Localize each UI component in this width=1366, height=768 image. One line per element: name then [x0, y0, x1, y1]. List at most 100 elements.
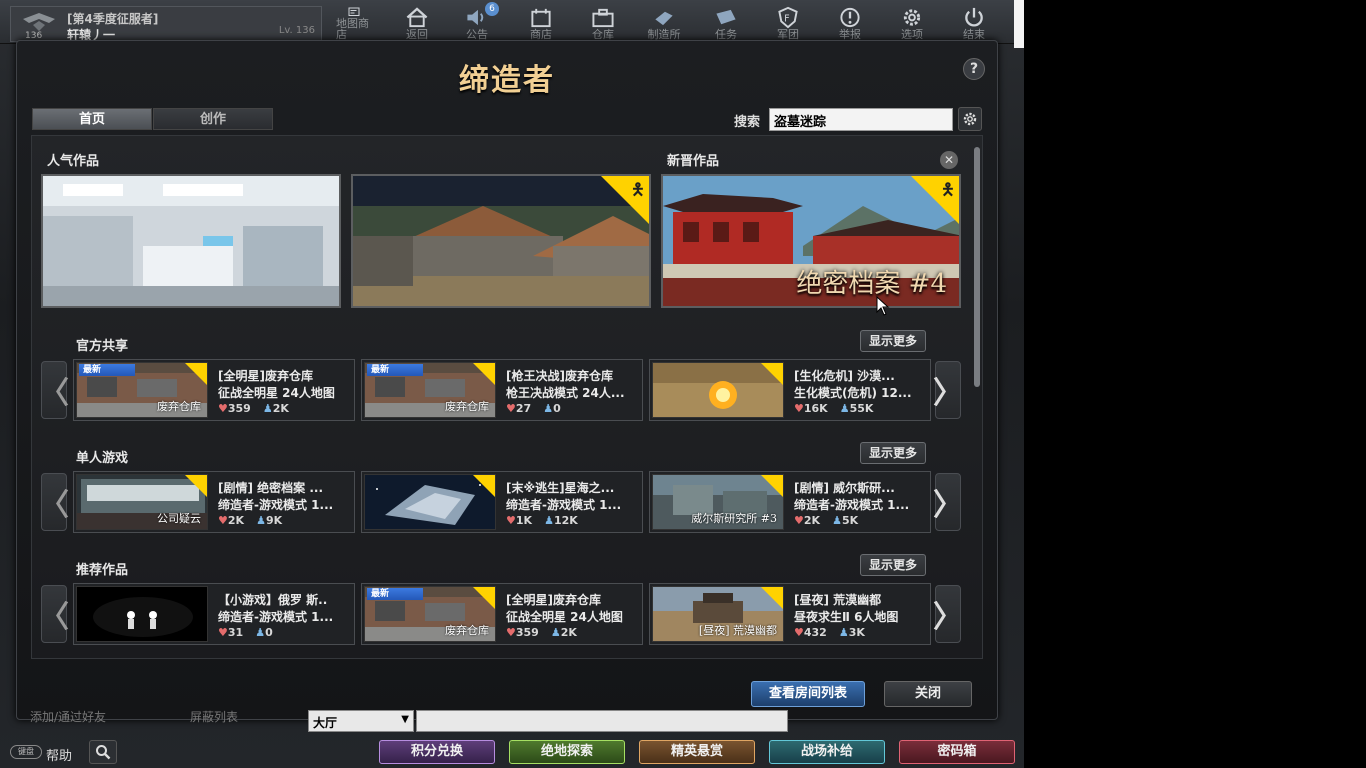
chevron-left-icon: 〈 — [39, 600, 69, 635]
topbar-craft-button[interactable]: 制造所 — [646, 6, 682, 40]
dialog-title: 缔造者 — [459, 63, 555, 98]
topbar-shield-button[interactable]: F 军团 — [770, 6, 806, 40]
map-card[interactable]: 最新 废弃仓库 [枪王决战]废弃仓库 枪王决战模式 24人... ♥27 ♟0 — [361, 359, 643, 421]
new-title: 新晋作品 — [667, 154, 720, 169]
view-room-list-button[interactable]: 查看房间列表 — [751, 681, 865, 707]
map-card[interactable]: 最新 废弃仓库 [全明星]废弃仓库 征战全明星 24人地图 ♥359 ♟2K — [361, 583, 643, 645]
carousel-next-button[interactable]: 〉 — [933, 473, 963, 531]
topbar-speaker-button[interactable]: 公告 6 — [459, 2, 499, 40]
carousel-prev-button[interactable]: 〈 — [39, 473, 69, 531]
carousel-prev-button[interactable]: 〈 — [39, 361, 69, 419]
heart-icon: ♥ — [794, 514, 804, 527]
heart-icon: ♥ — [506, 514, 516, 527]
game-window: 136 [第4季度征服者] 轩辕丿一 Lv. 136 地图商店 返回 公告 6 商店 仓库… — [0, 0, 1024, 768]
map-card[interactable]: [末※逃生]星海之... 缔造者-游戏模式 1... ♥1K ♟12K — [361, 471, 643, 533]
svg-text:F: F — [784, 13, 790, 24]
likes-count: 1K — [515, 514, 533, 527]
section-title: 单人游戏 — [76, 451, 129, 466]
new-banner-text: 绝密档案 #4 — [796, 269, 947, 299]
search-icon — [96, 745, 111, 760]
search-input[interactable]: 盗墓迷踪 — [769, 108, 953, 131]
new-badge: 最新 — [79, 364, 135, 376]
show-more-button[interactable]: 显示更多 — [860, 330, 926, 352]
popular-banner-lab[interactable] — [41, 174, 341, 308]
topbar-mission-button[interactable]: 任务 — [708, 6, 744, 40]
carousel-next-button[interactable]: 〉 — [933, 585, 963, 643]
popular-title: 人气作品 — [47, 154, 100, 169]
mouse-cursor-icon — [876, 296, 890, 316]
topbar-label: 任务 — [715, 28, 737, 41]
add-friend-button[interactable]: 添加/通过好友 — [30, 708, 106, 725]
show-more-button[interactable]: 显示更多 — [860, 554, 926, 576]
heart-icon: ♥ — [218, 626, 228, 639]
topbar-gear-button[interactable]: 选项 — [894, 6, 930, 40]
chevron-right-icon: 〉 — [933, 600, 963, 635]
thumbnail-caption: [昼夜] 荒漠幽都 — [698, 624, 777, 637]
heart-icon: ♥ — [218, 402, 228, 415]
map-card[interactable]: 威尔斯研究所 #3 [剧情] 威尔斯研... 缔造者-游戏模式 1... ♥2K ♟5K — [649, 471, 931, 533]
carousel-next-button[interactable]: 〉 — [933, 361, 963, 419]
topbar-bag-button[interactable]: 仓库 — [585, 6, 621, 40]
topbar-map-store-button[interactable]: 地图商店 — [336, 6, 372, 40]
close-button[interactable]: 关闭 — [884, 681, 972, 707]
content-scrollbar[interactable] — [974, 147, 980, 659]
plays-stat: ♟2K — [551, 626, 577, 639]
chevron-down-icon: ▼ — [401, 714, 409, 725]
map-stats: ♥1K ♟12K — [506, 514, 578, 527]
map-card[interactable]: 最新 废弃仓库 [全明星]废弃仓库 征战全明星 24人地图 ♥359 ♟2K — [73, 359, 355, 421]
player-icon: ♟ — [832, 514, 842, 527]
help-label[interactable]: 帮助 — [46, 745, 72, 764]
battlefield-supply-button[interactable]: 战场补给 — [769, 740, 885, 764]
chat-channel-select[interactable]: 大厅 ▼ — [308, 710, 414, 732]
heart-icon: ♥ — [794, 402, 804, 415]
topbar-label: 选项 — [901, 28, 923, 41]
section-title: 推荐作品 — [76, 563, 129, 578]
new-badge: 最新 — [367, 588, 423, 600]
search-settings-button[interactable] — [958, 107, 982, 131]
chevron-left-icon: 〈 — [39, 488, 69, 523]
likes-stat: ♥2K — [794, 514, 820, 527]
new-banner-temple[interactable]: 🯅 绝密档案 #4 — [661, 174, 961, 308]
points-exchange-button[interactable]: 积分兑换 — [379, 740, 495, 764]
plays-stat: ♟5K — [832, 514, 858, 527]
player-icon: ♟ — [256, 514, 266, 527]
notification-badge: 6 — [485, 2, 499, 16]
tab-create[interactable]: 创作 — [153, 108, 273, 130]
topbar-power-button[interactable]: 结束 — [956, 6, 992, 40]
block-list-button[interactable]: 屏蔽列表 — [190, 708, 238, 725]
topbar-alert-button[interactable]: 举报 — [832, 6, 868, 40]
map-card[interactable]: 【小游戏】俄罗 斯.. 缔造者-游戏模式 1... ♥31 ♟0 — [73, 583, 355, 645]
topbar-label: 举报 — [839, 28, 861, 41]
map-card[interactable]: [昼夜] 荒漠幽都 [昼夜] 荒漠幽都 昼夜求生Ⅱ 6人地图 ♥432 ♟3K — [649, 583, 931, 645]
topbar-home-button[interactable]: 返回 — [399, 6, 435, 40]
gear-icon — [903, 9, 921, 26]
topbar-shop-button[interactable]: 商店 — [523, 6, 559, 40]
popular-banner-village[interactable]: 🯅 — [351, 174, 651, 308]
explore-button[interactable]: 绝地探索 — [509, 740, 625, 764]
topbar-label: 军团 — [777, 28, 799, 41]
help-search-button[interactable] — [89, 740, 117, 764]
carousel-prev-button[interactable]: 〈 — [39, 585, 69, 643]
close-new-icon[interactable]: ✕ — [940, 151, 958, 169]
elite-bounty-button[interactable]: 精英悬赏 — [639, 740, 755, 764]
map-card[interactable]: 公司疑云 [剧情] 绝密档案 ... 缔造者-游戏模式 1... ♥2K ♟9K — [73, 471, 355, 533]
map-title: [昼夜] 荒漠幽都 — [794, 593, 882, 607]
code-box-button[interactable]: 密码箱 — [899, 740, 1015, 764]
player-card[interactable]: 136 [第4季度征服者] 轩辕丿一 Lv. 136 — [10, 6, 322, 42]
map-mode: 缔造者-游戏模式 1... — [794, 498, 910, 512]
tab-home[interactable]: 首页 — [32, 108, 152, 130]
official-corner-badge — [761, 363, 783, 385]
chat-input[interactable] — [416, 710, 788, 732]
plays-count: 0 — [265, 626, 273, 639]
plays-count: 12K — [553, 514, 578, 527]
likes-stat: ♥16K — [794, 402, 828, 415]
show-more-button[interactable]: 显示更多 — [860, 442, 926, 464]
map-card[interactable]: [生化危机] 沙漠... 生化模式(危机) 12... ♥16K ♟55K — [649, 359, 931, 421]
scroll-thumb[interactable] — [974, 147, 980, 387]
creator-dialog: 缔造者 ? 首页 创作 搜索 盗墓迷踪 人气作品 新晋作品 ✕ 🯅 🯅 绝密档案… — [16, 40, 998, 720]
likes-count: 2K — [803, 514, 821, 527]
map-stats: ♥2K ♟9K — [218, 514, 282, 527]
plays-stat: ♟2K — [263, 402, 289, 415]
keyboard-toggle[interactable]: 键盘 — [10, 745, 42, 759]
help-button[interactable]: ? — [963, 58, 985, 80]
